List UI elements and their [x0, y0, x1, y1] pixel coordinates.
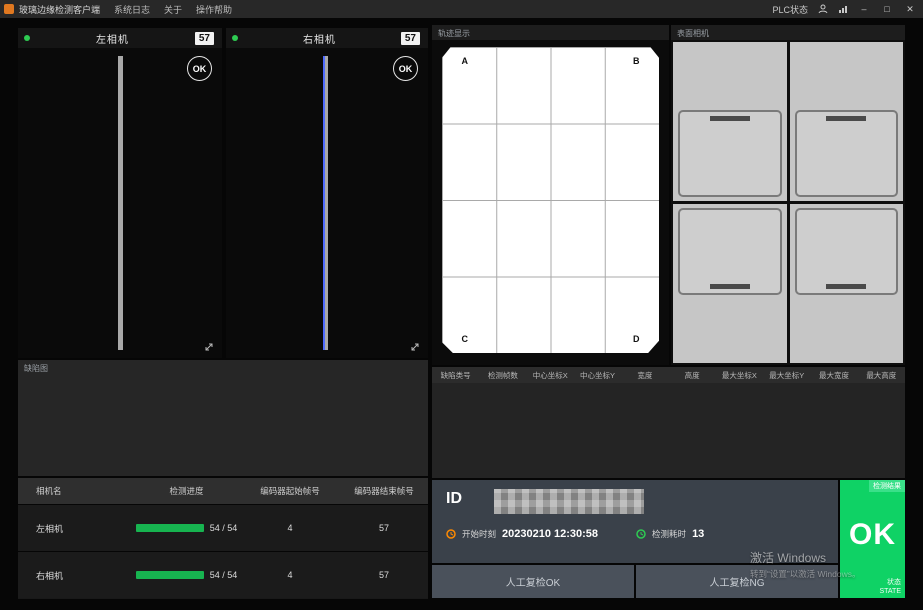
- user-icon[interactable]: [817, 4, 828, 15]
- col-frame-count: 检测帧数: [479, 370, 526, 381]
- progress-value: 54 / 54: [210, 570, 238, 580]
- start-time-value: 20230210 12:30:58: [502, 528, 598, 540]
- end-frame-cell: 57: [340, 570, 428, 580]
- menu-item-help[interactable]: 操作帮助: [196, 3, 232, 16]
- elapsed-label: 检测耗时: [652, 528, 686, 540]
- corner-label-a: A: [462, 56, 469, 66]
- glass-photo: [795, 110, 899, 197]
- surface-image-bottom-left: [673, 204, 787, 363]
- progress-value: 54 / 54: [210, 523, 238, 533]
- surface-panel-title: 表面相机: [677, 28, 709, 39]
- corner-label-d: D: [633, 334, 640, 344]
- col-end-frame: 编码器结束帧号: [340, 485, 428, 497]
- glass-photo: [678, 208, 782, 295]
- left-camera-image: OK: [18, 48, 222, 358]
- maximize-button[interactable]: □: [880, 4, 894, 14]
- end-frame-cell: 57: [340, 523, 428, 533]
- glass-edge-strip: [118, 56, 123, 350]
- col-start-frame: 编码器起始帧号: [240, 485, 340, 497]
- menu-item-system-log[interactable]: 系统日志: [114, 3, 150, 16]
- corner-label-b: B: [633, 56, 640, 66]
- right-camera-image: OK: [226, 48, 428, 358]
- corner-label-c: C: [462, 334, 469, 344]
- surface-image-top-right: [790, 42, 904, 201]
- expand-icon[interactable]: [409, 340, 421, 352]
- table-row[interactable]: 左相机 54 / 54 4 57: [18, 504, 428, 551]
- glass-photo: [678, 110, 782, 197]
- left-camera-label: 左相机: [30, 31, 195, 46]
- signal-icon[interactable]: [837, 4, 848, 15]
- defect-image-title: 缺陷图: [24, 363, 48, 374]
- right-camera-header: 右相机 57: [226, 28, 428, 48]
- result-info-panel: ID 开始时刻 20230210 12:30:58 检测耗时 13: [432, 480, 838, 563]
- right-camera-label: 右相机: [238, 31, 401, 46]
- menu-item-about[interactable]: 关于: [164, 3, 182, 16]
- clock-icon: [446, 529, 456, 539]
- manual-recheck-ng-button[interactable]: 人工复检NG: [636, 565, 838, 598]
- surface-camera-panel: 表面相机: [671, 25, 905, 365]
- left-camera-ok-badge: OK: [187, 56, 212, 81]
- col-defect-type: 缺陷类号: [432, 370, 479, 381]
- surface-image-grid: [673, 42, 903, 363]
- manual-recheck-ok-button[interactable]: 人工复检OK: [432, 565, 634, 598]
- col-max-x: 最大坐标X: [716, 370, 763, 381]
- defect-table-header: 缺陷类号 检测帧数 中心坐标X 中心坐标Y 宽度 高度 最大坐标X 最大坐标Y …: [432, 367, 905, 383]
- col-center-y: 中心坐标Y: [574, 370, 621, 381]
- col-progress: 检测进度: [133, 485, 240, 497]
- right-camera-panel: 右相机 57 OK: [226, 28, 428, 358]
- camera-name-cell: 右相机: [18, 569, 133, 582]
- right-camera-ok-badge: OK: [393, 56, 418, 81]
- glass-photo: [795, 208, 899, 295]
- timer-icon: [636, 529, 646, 539]
- col-max-width: 最大宽度: [810, 370, 857, 381]
- id-value-redacted: [494, 489, 644, 514]
- track-panel-title: 轨迹显示: [438, 28, 470, 39]
- detection-result-tag: 检测结果: [869, 480, 905, 492]
- glass-outline-map: A B C D: [442, 47, 659, 353]
- glass-edge-strip: [323, 56, 328, 350]
- left-camera-header: 左相机 57: [18, 28, 222, 48]
- camera-progress-table: 相机名 检测进度 编码器起始帧号 编码器结束帧号 左相机 54 / 54 4 5…: [18, 478, 428, 599]
- app-icon: [4, 4, 14, 14]
- detection-result-box: 检测结果 OK 状态 STATE: [840, 480, 905, 598]
- progress-bar: [136, 524, 204, 532]
- defect-result-table: 缺陷类号 检测帧数 中心坐标X 中心坐标Y 宽度 高度 最大坐标X 最大坐标Y …: [432, 367, 905, 478]
- table-row[interactable]: 右相机 54 / 54 4 57: [18, 551, 428, 598]
- start-frame-cell: 4: [240, 570, 340, 580]
- col-width: 宽度: [621, 370, 668, 381]
- state-label: 状态 STATE: [879, 579, 901, 596]
- minimize-button[interactable]: –: [857, 4, 871, 14]
- defect-image-panel: 缺陷图: [18, 360, 428, 476]
- surface-image-top-left: [673, 42, 787, 201]
- left-camera-panel: 左相机 57 OK: [18, 28, 222, 358]
- left-camera-frame-count: 57: [195, 32, 214, 45]
- track-panel-header: 轨迹显示: [432, 25, 669, 40]
- right-camera-frame-count: 57: [401, 32, 420, 45]
- track-display-panel: 轨迹显示 A B C D: [432, 25, 669, 365]
- close-button[interactable]: ✕: [903, 4, 917, 15]
- col-camera-name: 相机名: [18, 485, 133, 497]
- progress-table-header: 相机名 检测进度 编码器起始帧号 编码器结束帧号: [18, 478, 428, 504]
- elapsed-value: 13: [692, 528, 704, 540]
- start-frame-cell: 4: [240, 523, 340, 533]
- window-title: 玻璃边缘检测客户端: [19, 3, 100, 16]
- expand-icon[interactable]: [203, 340, 215, 352]
- progress-bar: [136, 571, 204, 579]
- camera-name-cell: 左相机: [18, 522, 133, 535]
- detection-result-value: OK: [840, 518, 905, 552]
- col-center-x: 中心坐标X: [527, 370, 574, 381]
- start-time-label: 开始时刻: [462, 528, 496, 540]
- title-bar: 玻璃边缘检测客户端 系统日志 关于 操作帮助 PLC状态 – □ ✕: [0, 0, 923, 18]
- result-meta-row: 开始时刻 20230210 12:30:58 检测耗时 13: [446, 528, 704, 540]
- surface-image-bottom-right: [790, 204, 904, 363]
- surface-panel-header: 表面相机: [671, 25, 905, 40]
- plc-status-label: PLC状态: [772, 3, 808, 16]
- col-height: 高度: [668, 370, 715, 381]
- app-window: 玻璃边缘检测客户端 系统日志 关于 操作帮助 PLC状态 – □ ✕ 左相机 5…: [0, 0, 923, 610]
- id-label: ID: [446, 490, 462, 508]
- col-max-height: 最大高度: [858, 370, 905, 381]
- col-max-y: 最大坐标Y: [763, 370, 810, 381]
